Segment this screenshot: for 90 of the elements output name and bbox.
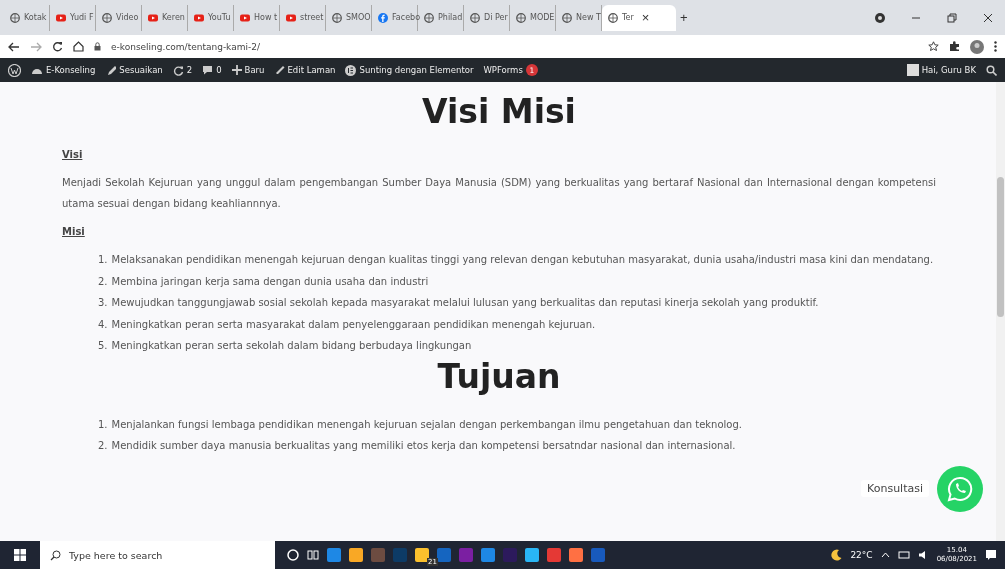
wordpress-logo-icon[interactable]: [8, 63, 21, 77]
circle-icon[interactable]: [287, 549, 299, 561]
close-icon[interactable]: [983, 12, 993, 23]
windows-logo-icon[interactable]: [14, 549, 26, 561]
close-tab-button[interactable]: ×: [637, 10, 654, 25]
globe-icon: [516, 12, 526, 23]
list-item: Menjalankan fungsi lembaga pendidikan menengah kejuruan sejalan dengan perkembangan ilmu pengetahuan dan teknolog.: [111, 417, 742, 432]
browser-tab[interactable]: street: [280, 4, 326, 31]
f-logo-icon: [378, 12, 388, 23]
play-icon: [240, 12, 250, 23]
globe-icon: [332, 12, 342, 23]
browser-tab[interactable]: Keren: [142, 4, 188, 31]
refresh-icon: [172, 64, 184, 76]
comment-icon: [202, 65, 214, 75]
globe-icon: [424, 12, 434, 23]
plus-icon: [231, 65, 242, 75]
list-item: Meningkatkan peran serta masyarakat dalam penyelenggaraan pendidikan menengah kejuruan.: [111, 317, 596, 332]
list-item: Mewujudkan tanggungjawab sosial sekolah kepada masyarakat melalui lulusan yang berkualitas dan reputasi kinerja sekolah yang produktif.: [111, 296, 819, 310]
elementor-link[interactable]: Sunting dengan Elementor: [345, 64, 474, 76]
browser-tab[interactable]: Video: [96, 4, 142, 31]
browser-tab[interactable]: YouTu: [188, 4, 234, 31]
comments-link[interactable]: 0: [202, 65, 222, 75]
browser-tab[interactable]: Facebo: [372, 4, 418, 31]
site-link[interactable]: E-Konseling: [31, 65, 96, 75]
section-heading: Visi: [62, 149, 84, 160]
account-link[interactable]: Hai, Guru BK: [906, 64, 976, 76]
search-icon[interactable]: [986, 64, 997, 76]
list-number: 3.: [98, 296, 108, 310]
section-heading: Misi: [62, 226, 86, 237]
temperature: 22°C: [850, 550, 873, 560]
list-number: 1.: [98, 417, 108, 432]
list-number: 2.: [98, 274, 108, 289]
customize-link[interactable]: Sesuaikan: [105, 64, 163, 76]
browser-tab[interactable]: MODE: [510, 4, 556, 31]
profile-icon[interactable]: [875, 12, 885, 23]
play-icon: [148, 12, 158, 23]
star-icon[interactable]: [928, 41, 939, 52]
avatar-icon[interactable]: [970, 39, 984, 54]
list-item: Meningkatkan peran serta sekolah dalam bidang berbudaya lingkungan: [111, 339, 472, 353]
reload-icon[interactable]: [52, 41, 63, 52]
taskbar-search-field[interactable]: Type here to search: [40, 541, 275, 569]
edit-page-link[interactable]: Edit Laman: [274, 65, 336, 75]
url-field[interactable]: e-konseling.com/tentang-kami-2/: [111, 41, 260, 52]
chat-label: Konsultasi: [861, 480, 929, 497]
section-title: Tujuan: [436, 356, 562, 396]
avatar-icon: [906, 64, 919, 76]
taskbar-app-icon[interactable]: [415, 548, 429, 562]
list-number: 2.: [98, 439, 108, 453]
list-number: 1.: [98, 253, 108, 267]
globe-icon: [470, 12, 480, 23]
page-title: Visi Misi: [421, 92, 577, 131]
play-icon: [286, 12, 296, 23]
puzzle-icon[interactable]: [949, 41, 960, 52]
list-item: Membina jaringan kerja sama dengan dunia usaha dan industri: [111, 274, 429, 289]
browser-tab[interactable]: How t: [234, 4, 280, 31]
browser-tab[interactable]: SMOO: [326, 4, 372, 31]
new-link[interactable]: Baru: [231, 65, 265, 75]
play-icon: [194, 12, 204, 23]
updates-link[interactable]: 2: [172, 64, 193, 76]
new-tab-button[interactable]: +: [676, 10, 692, 25]
browser-tab[interactable]: Kotak: [4, 4, 50, 31]
elementor-icon: [345, 64, 357, 76]
browser-tab[interactable]: Di Per: [464, 4, 510, 31]
lock-icon: [94, 42, 101, 51]
browser-tab[interactable]: Ter ×: [602, 4, 676, 31]
network-icon[interactable]: [897, 550, 910, 560]
task-view-icon[interactable]: [307, 549, 319, 561]
list-number: 5.: [98, 339, 108, 353]
pencil-icon: [274, 65, 285, 75]
search-icon: [50, 549, 61, 561]
globe-icon: [102, 12, 112, 23]
list-number: 4.: [98, 317, 108, 332]
list-item: Mendidik sumber daya manusia berkualitas yang memiliki etos kerja dan kompetensi bersatndar nasional dan internasional.: [111, 439, 736, 453]
paragraph: Menjadi Sekolah Kejuruan yang unggul dalam pengembangan Sumber Daya Manusia (SDM) yang berkualitas yang bertaraf Nasional dan Internasional dengan kompetensi utama sesuai dengan bidang keahliannnya.: [62, 176, 936, 211]
globe-icon: [608, 12, 618, 23]
scrollbar[interactable]: [996, 82, 1005, 541]
chat-bubble-icon: [947, 476, 973, 502]
brush-icon: [105, 64, 117, 76]
moon-icon: [830, 549, 843, 561]
globe-icon: [562, 12, 572, 23]
back-icon[interactable]: [8, 41, 20, 52]
home-icon[interactable]: [73, 41, 84, 52]
more-icon[interactable]: [994, 41, 997, 52]
browser-tab[interactable]: Yudi F: [50, 4, 96, 31]
chevron-up-icon[interactable]: [880, 552, 890, 558]
notification-icon[interactable]: [985, 549, 997, 561]
play-icon: [56, 12, 66, 23]
globe-icon: [10, 12, 20, 23]
list-item: Melaksanakan pendidikan menengah kejuruan dengan kualitas tinggi yang relevan dengan kebutuhan masyarakat, dunia usaha/industri masa kini dan mendatang.: [111, 253, 934, 267]
restore-icon[interactable]: [947, 12, 957, 23]
